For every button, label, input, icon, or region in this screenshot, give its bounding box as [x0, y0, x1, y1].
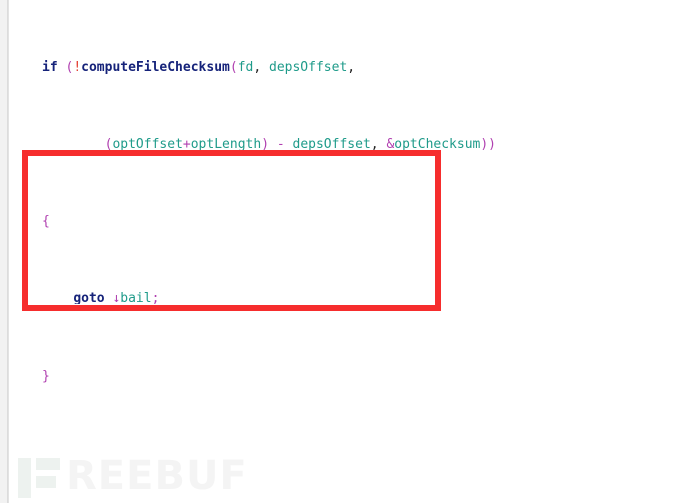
- code-line: {: [42, 214, 50, 230]
- code-line: }: [42, 368, 50, 384]
- code-line: if (!computeFileChecksum(fd, depsOffset,: [42, 59, 356, 75]
- code-block[interactable]: if (!computeFileChecksum(fd, depsOffset,…: [0, 0, 690, 503]
- code-line: goto ↓bail;: [73, 291, 160, 307]
- code-screenshot: REEBUF if (!computeFileChecksum(fd, deps…: [0, 0, 690, 503]
- code-line: (optOffset+optLength) - depsOffset, &opt…: [104, 137, 497, 153]
